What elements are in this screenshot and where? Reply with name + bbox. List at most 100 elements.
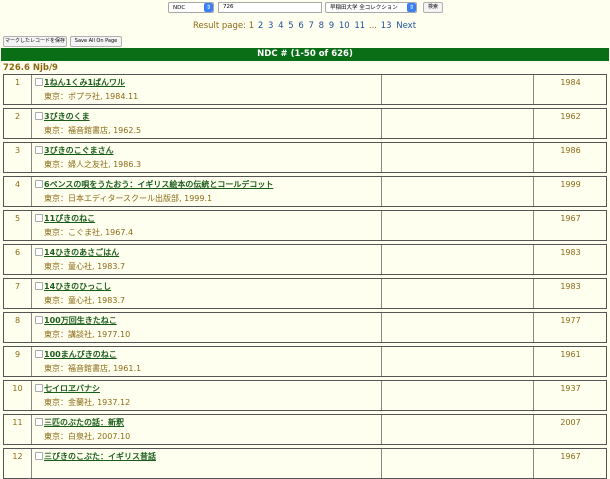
record-title-link[interactable]: 三びきのこぶた：イギリス昔話 xyxy=(44,451,156,462)
pager-page-link[interactable]: 3 xyxy=(268,21,273,31)
table-row: 1 1ねん1くみ1ばんワル 東京：ポプラ社, 1984.11 1984 xyxy=(3,74,607,105)
search-input-value: 726 xyxy=(223,4,234,10)
table-row: 4 6ペンスの唄をうたおう：イギリス絵本の伝統とコールデコット 東京：日本エディ… xyxy=(3,176,607,207)
record-title-link[interactable]: 100まんびきのねこ xyxy=(44,349,117,360)
record-year: 1984 xyxy=(560,78,581,87)
column-divider xyxy=(381,381,382,410)
record-year: 1967 xyxy=(560,214,581,223)
pager-page-link[interactable]: 10 xyxy=(339,21,350,31)
table-row: 8 100万回生きたねこ 東京：講談社, 1977.10 1977 xyxy=(3,312,607,343)
record-year: 1977 xyxy=(560,316,581,325)
record-year: 1983 xyxy=(560,248,581,257)
pager-last-link[interactable]: 13 xyxy=(381,21,392,31)
pager-next-link[interactable]: Next xyxy=(396,21,416,31)
row-checkbox[interactable] xyxy=(35,452,43,460)
record-title-link[interactable]: 11ぴきのねこ xyxy=(44,213,95,224)
results-list: 1 1ねん1くみ1ばんワル 東京：ポプラ社, 1984.11 1984 2 3び… xyxy=(3,74,607,479)
table-row: 5 11ぴきのねこ 東京：こぐま社, 1967.4 1967 xyxy=(3,210,607,241)
table-row: 6 14ひきのあさごはん 東京：童心社, 1983.7 1983 xyxy=(3,244,607,275)
row-number: 5 xyxy=(4,211,32,240)
scope-select[interactable]: 早稲田大学 全コレクション ⇕ xyxy=(325,2,417,13)
column-divider xyxy=(381,75,382,104)
record-title-link[interactable]: 3びきのくま xyxy=(44,111,90,122)
column-divider xyxy=(381,347,382,376)
chevron-down-icon: ⇕ xyxy=(204,3,213,12)
row-checkbox[interactable] xyxy=(35,418,43,426)
chevron-down-icon: ⇕ xyxy=(407,3,416,12)
row-checkbox[interactable] xyxy=(35,282,43,290)
search-input[interactable]: 726 xyxy=(218,2,322,13)
row-number: 6 xyxy=(4,245,32,274)
column-divider xyxy=(381,313,382,342)
row-number: 12 xyxy=(4,449,32,478)
record-title-link[interactable]: 3びきのこぐまさん xyxy=(44,145,114,156)
pager-current: 1 xyxy=(248,21,255,31)
row-checkbox[interactable] xyxy=(35,316,43,324)
record-year: 1967 xyxy=(560,452,581,461)
column-divider xyxy=(381,211,382,240)
pager-page-link[interactable]: 2 xyxy=(258,21,263,31)
record-year: 1983 xyxy=(560,282,581,291)
row-number: 1 xyxy=(4,75,32,104)
column-divider xyxy=(381,245,382,274)
record-publisher: 東京：福音館書店, 1962.5 xyxy=(44,126,142,135)
row-checkbox[interactable] xyxy=(35,350,43,358)
record-publisher: 東京：金蘭社, 1937.12 xyxy=(44,398,131,407)
table-row: 2 3びきのくま 東京：福音館書店, 1962.5 1962 xyxy=(3,108,607,139)
row-checkbox[interactable] xyxy=(35,384,43,392)
record-title-link[interactable]: 三匹のぶたの話：新釈 xyxy=(44,417,124,428)
pagination: Result page: 1 2 3 4 5 6 7 8 9 10 11 ...… xyxy=(0,21,610,31)
save-marked-button[interactable]: マークしたレコードを保存 xyxy=(3,36,67,47)
pager-ellipsis: ... xyxy=(368,21,377,31)
record-publisher: 東京：白泉社, 2007.10 xyxy=(44,432,131,441)
record-title-link[interactable]: 七イロヱバナシ xyxy=(44,383,100,394)
record-title-link[interactable]: 14ひきのひっこし xyxy=(44,281,111,292)
row-number: 8 xyxy=(4,313,32,342)
save-all-button[interactable]: Save All On Page xyxy=(70,36,122,47)
record-publisher: 東京：婦人之友社, 1986.3 xyxy=(44,160,142,169)
record-title-link[interactable]: 1ねん1くみ1ばんワル xyxy=(44,77,125,88)
row-checkbox[interactable] xyxy=(35,112,43,120)
column-divider xyxy=(381,177,382,206)
row-number: 10 xyxy=(4,381,32,410)
record-year: 1937 xyxy=(560,384,581,393)
pager-page-link[interactable]: 8 xyxy=(319,21,324,31)
pager-label: Result page: xyxy=(192,21,246,31)
results-header: NDC # (1-50 of 626) xyxy=(1,48,609,61)
record-year: 1961 xyxy=(560,350,581,359)
row-number: 4 xyxy=(4,177,32,206)
record-publisher: 東京：こぐま社, 1967.4 xyxy=(44,228,134,237)
pager-page-link[interactable]: 5 xyxy=(288,21,293,31)
table-row: 10 七イロヱバナシ 東京：金蘭社, 1937.12 1937 xyxy=(3,380,607,411)
row-number: 3 xyxy=(4,143,32,172)
row-checkbox[interactable] xyxy=(35,214,43,222)
column-divider xyxy=(381,279,382,308)
pager-page-link[interactable]: 7 xyxy=(308,21,313,31)
pager-page-link[interactable]: 6 xyxy=(298,21,303,31)
table-row: 7 14ひきのひっこし 東京：童心社, 1983.7 1983 xyxy=(3,278,607,309)
record-publisher: 東京：童心社, 1983.7 xyxy=(44,262,126,271)
record-publisher: 東京：童心社, 1983.7 xyxy=(44,296,126,305)
table-row: 12 三びきのこぶた：イギリス昔話 1967 xyxy=(3,448,607,479)
pager-page-link[interactable]: 9 xyxy=(329,21,334,31)
record-title-link[interactable]: 100万回生きたねこ xyxy=(44,315,117,326)
record-year: 2007 xyxy=(560,418,581,427)
row-checkbox[interactable] xyxy=(35,180,43,188)
row-checkbox[interactable] xyxy=(35,248,43,256)
record-title-link[interactable]: 6ペンスの唄をうたおう：イギリス絵本の伝統とコールデコット xyxy=(44,179,273,190)
row-number: 11 xyxy=(4,415,32,444)
row-checkbox[interactable] xyxy=(35,78,43,86)
table-row: 11 三匹のぶたの話：新釈 東京：白泉社, 2007.10 2007 xyxy=(3,414,607,445)
search-button[interactable]: 検索 xyxy=(423,2,443,13)
column-divider xyxy=(381,415,382,444)
record-title-link[interactable]: 14ひきのあさごはん xyxy=(44,247,119,258)
pager-page-link[interactable]: 4 xyxy=(278,21,283,31)
column-divider xyxy=(381,449,382,478)
row-checkbox[interactable] xyxy=(35,146,43,154)
pager-page-link[interactable]: 11 xyxy=(354,21,365,31)
row-number: 7 xyxy=(4,279,32,308)
column-divider xyxy=(381,143,382,172)
record-year: 1962 xyxy=(560,112,581,121)
field-select[interactable]: NDC ⇕ xyxy=(168,2,214,13)
record-publisher: 東京：福音館書店, 1961.1 xyxy=(44,364,142,373)
